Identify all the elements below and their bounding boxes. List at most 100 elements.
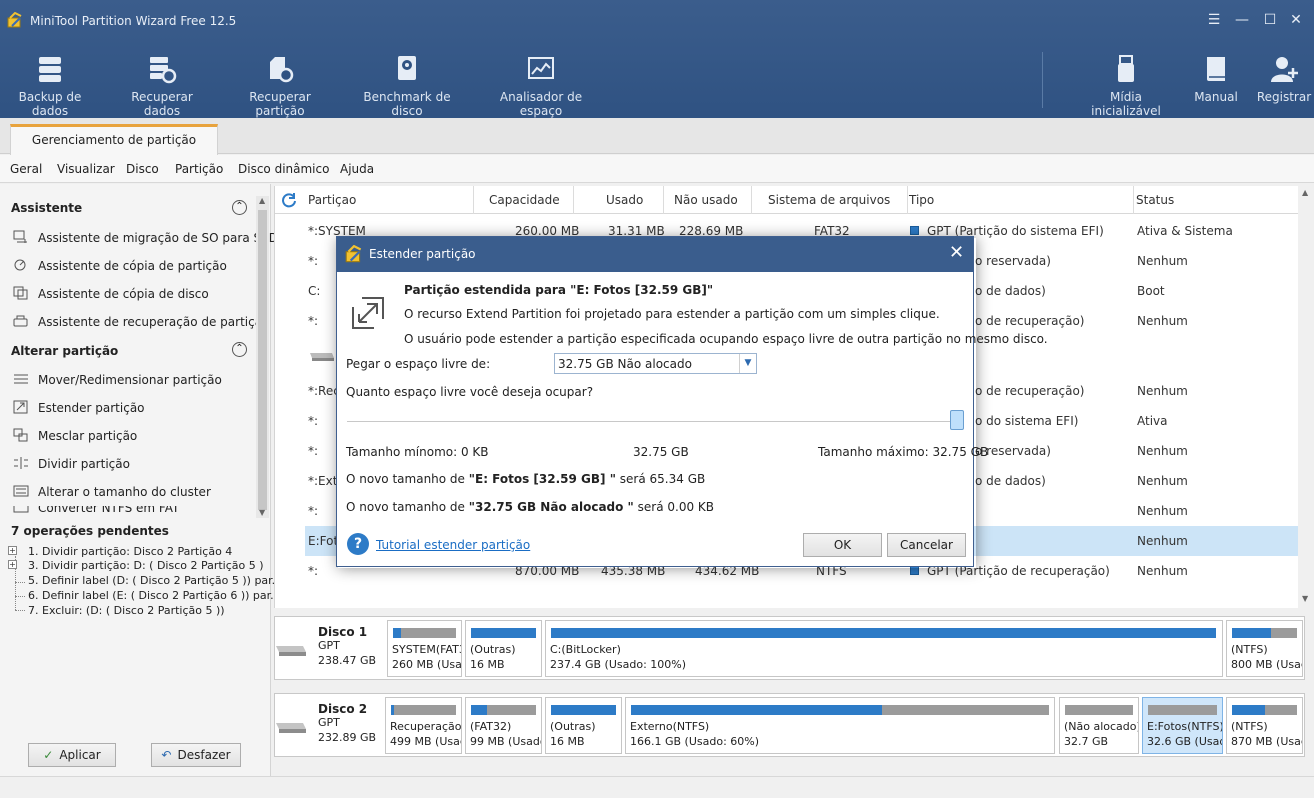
col-status[interactable]: Status xyxy=(1136,193,1174,207)
dialog-close-button[interactable]: ✕ xyxy=(949,243,964,263)
toolbar-label: Recuperar partição xyxy=(249,90,311,118)
menu-disco[interactable]: Disco xyxy=(126,162,159,176)
cancel-button[interactable]: Cancelar xyxy=(887,533,966,557)
toolbar-recover-data-button[interactable]: Recuperar dados xyxy=(116,54,208,118)
space-slider-handle[interactable] xyxy=(950,410,964,430)
col-capacity[interactable]: Capacidade xyxy=(489,193,560,207)
extend-partition-icon xyxy=(352,297,384,329)
scroll-up-icon[interactable]: ▲ xyxy=(1302,188,1308,197)
sidebar-item-copy-disk[interactable]: Assistente de cópia de disco xyxy=(13,286,209,306)
disk-partition[interactable]: (NTFS) 870 MB (Usac xyxy=(1226,697,1303,754)
toolbar-label: Benchmark de disco xyxy=(363,90,451,118)
migrate-os-icon xyxy=(13,230,27,243)
disk-1[interactable]: Disco 1 GPT 238.47 GB SYSTEM(FAT3 260 MB… xyxy=(274,616,1305,680)
disk-partition-selected[interactable]: E:Fotos(NTFS) 32.6 GB (Usad xyxy=(1142,697,1223,754)
chevron-down-icon[interactable]: ▼ xyxy=(739,354,756,373)
collapse-change-icon[interactable]: ⌃ xyxy=(232,342,247,357)
disk-partition[interactable]: Recuperação 499 MB (Usac xyxy=(385,697,462,754)
collapse-assistant-icon[interactable]: ⌃ xyxy=(232,200,247,215)
apply-button[interactable]: ✓ Aplicar xyxy=(28,743,116,767)
pending-op[interactable]: 6. Definir label (E: ( Disco 2 Partição … xyxy=(28,589,281,602)
sidebar-item-copy-partition[interactable]: Assistente de cópia de partição xyxy=(13,258,227,278)
toolbar-register-button[interactable]: Registrar xyxy=(1256,54,1312,114)
extend-partition-dialog: Estender partição ✕ Partição estendida p… xyxy=(336,236,1048,567)
scroll-down-icon[interactable]: ▼ xyxy=(259,508,265,517)
cell-status: Nenhum xyxy=(1137,254,1188,268)
sidebar-item-convert-ntfs[interactable]: Converter NTFS em FAT xyxy=(13,506,179,515)
disk-partition[interactable]: (FAT32) 99 MB (Usado xyxy=(465,697,542,754)
menu-particao[interactable]: Partição xyxy=(175,162,223,176)
menu-geral[interactable]: Geral xyxy=(10,162,42,176)
disk-2[interactable]: Disco 2 GPT 232.89 GB Recuperação 499 MB… xyxy=(274,693,1305,757)
database-icon xyxy=(39,57,61,82)
refresh-icon[interactable] xyxy=(281,192,297,208)
sidebar-item-split[interactable]: Dividir partição xyxy=(13,456,130,476)
menu-disco-dinamico[interactable]: Disco dinâmico xyxy=(238,162,329,176)
disk-map: Disco 1 GPT 238.47 GB SYSTEM(FAT3 260 MB… xyxy=(274,612,1314,776)
pending-op[interactable]: 5. Definir label (D: ( Disco 2 Partição … xyxy=(28,574,282,587)
scroll-up-icon[interactable]: ▲ xyxy=(259,196,265,205)
partition-label: Recuperação xyxy=(390,720,462,733)
disk-partition-unallocated[interactable]: (Não alocado) 32.7 GB xyxy=(1059,697,1139,754)
sidebar-item-cluster-size[interactable]: Alterar o tamanho do cluster xyxy=(13,484,211,504)
menu-ajuda[interactable]: Ajuda xyxy=(340,162,374,176)
ok-button[interactable]: OK xyxy=(803,533,882,557)
disk-partition[interactable]: (Outras) 16 MB xyxy=(465,620,542,677)
sidebar-item-migrate-os[interactable]: Assistente de migração de SO para SSD xyxy=(13,230,278,250)
sidebar-item-move-resize[interactable]: Mover/Redimensionar partição xyxy=(13,372,222,392)
max-size-label: Tamanho máximo: 32.75 GB xyxy=(818,445,989,459)
toolbar-benchmark-button[interactable]: Benchmark de disco xyxy=(350,54,464,118)
disk-partition[interactable]: Externo(NTFS) 166.1 GB (Usado: 60%) xyxy=(625,697,1055,754)
toolbar-recover-partition-button[interactable]: Recuperar partição xyxy=(228,54,332,118)
tab-partition-management[interactable]: Gerenciamento de partição xyxy=(10,124,218,155)
table-scrollbar[interactable]: ▲ ▼ xyxy=(1298,186,1314,608)
pending-op[interactable]: 3. Dividir partição: D: ( Disco 2 Partiç… xyxy=(28,559,264,572)
disk-partition[interactable]: C:(BitLocker) 237.4 GB (Usado: 100%) xyxy=(545,620,1223,677)
sidebar-scrollbar[interactable]: ▲ ▼ xyxy=(256,196,269,518)
disk-partition[interactable]: (Outras) 16 MB xyxy=(545,697,622,754)
col-type[interactable]: Tipo xyxy=(909,193,934,207)
space-slider-track[interactable] xyxy=(347,421,957,422)
toolbar-space-analyzer-button[interactable]: Analisador de espaço xyxy=(482,54,600,118)
title-toolbar-area: MiniTool Partition Wizard Free 12.5 ☰ — … xyxy=(0,0,1314,118)
dialog-title-bar[interactable]: Estender partição ✕ xyxy=(337,237,973,272)
sidebar-item-partition-recovery[interactable]: Assistente de recuperação de partição xyxy=(13,314,269,334)
maximize-button[interactable]: ☐ xyxy=(1262,12,1278,28)
partition-label: Externo(NTFS) xyxy=(630,720,710,733)
usage-fill xyxy=(631,705,882,715)
menu-icon[interactable]: ☰ xyxy=(1206,12,1222,28)
undo-button[interactable]: ↶ Desfazer xyxy=(151,743,241,767)
take-space-dropdown[interactable]: 32.75 GB Não alocado ▼ xyxy=(554,353,757,374)
check-icon: ✓ xyxy=(43,748,54,762)
tutorial-link[interactable]: Tutorial estender partição xyxy=(376,538,530,552)
disk-partition[interactable]: SYSTEM(FAT3 260 MB (Usac xyxy=(387,620,462,677)
partition-size: 499 MB (Usac xyxy=(390,735,462,748)
col-filesystem[interactable]: Sistema de arquivos xyxy=(768,193,890,207)
toolbar-manual-button[interactable]: Manual xyxy=(1192,54,1240,114)
toolbar-backup-button[interactable]: Backup de dados xyxy=(4,54,96,118)
help-icon[interactable]: ? xyxy=(347,533,369,555)
col-partition[interactable]: Partiçao xyxy=(308,193,356,207)
usage-fill xyxy=(471,628,536,638)
cell-status: Nenhum xyxy=(1137,474,1188,488)
usage-bar xyxy=(1148,705,1217,715)
col-used[interactable]: Usado xyxy=(606,193,643,207)
disk-partition[interactable]: (NTFS) 800 MB (Usac xyxy=(1226,620,1303,677)
sidebar-item-extend[interactable]: Estender partição xyxy=(13,400,145,420)
menu-visualizar[interactable]: Visualizar xyxy=(57,162,115,176)
close-window-button[interactable]: ✕ xyxy=(1288,12,1304,28)
expand-op-3-icon[interactable]: + xyxy=(8,560,17,569)
col-unused[interactable]: Não usado xyxy=(674,193,738,207)
sidebar-item-label: Mover/Redimensionar partição xyxy=(38,373,222,387)
minimize-button[interactable]: — xyxy=(1234,12,1250,28)
pending-op[interactable]: 1. Dividir partição: Disco 2 Partição 4 xyxy=(28,545,232,558)
sidebar-scroll-thumb[interactable] xyxy=(258,210,267,510)
sidebar-clipped-area: Converter NTFS em FAT xyxy=(0,506,256,515)
sidebar-item-label: Assistente de cópia de disco xyxy=(38,287,209,301)
type-color-icon xyxy=(910,226,919,235)
pending-op[interactable]: 7. Excluir: (D: ( Disco 2 Partição 5 )) xyxy=(28,604,225,617)
expand-op-1-icon[interactable]: + xyxy=(8,546,17,555)
toolbar-bootable-media-button[interactable]: Mídia inicializável xyxy=(1076,54,1176,118)
sidebar-item-merge[interactable]: Mesclar partição xyxy=(13,428,137,448)
scroll-down-icon[interactable]: ▼ xyxy=(1302,594,1308,603)
